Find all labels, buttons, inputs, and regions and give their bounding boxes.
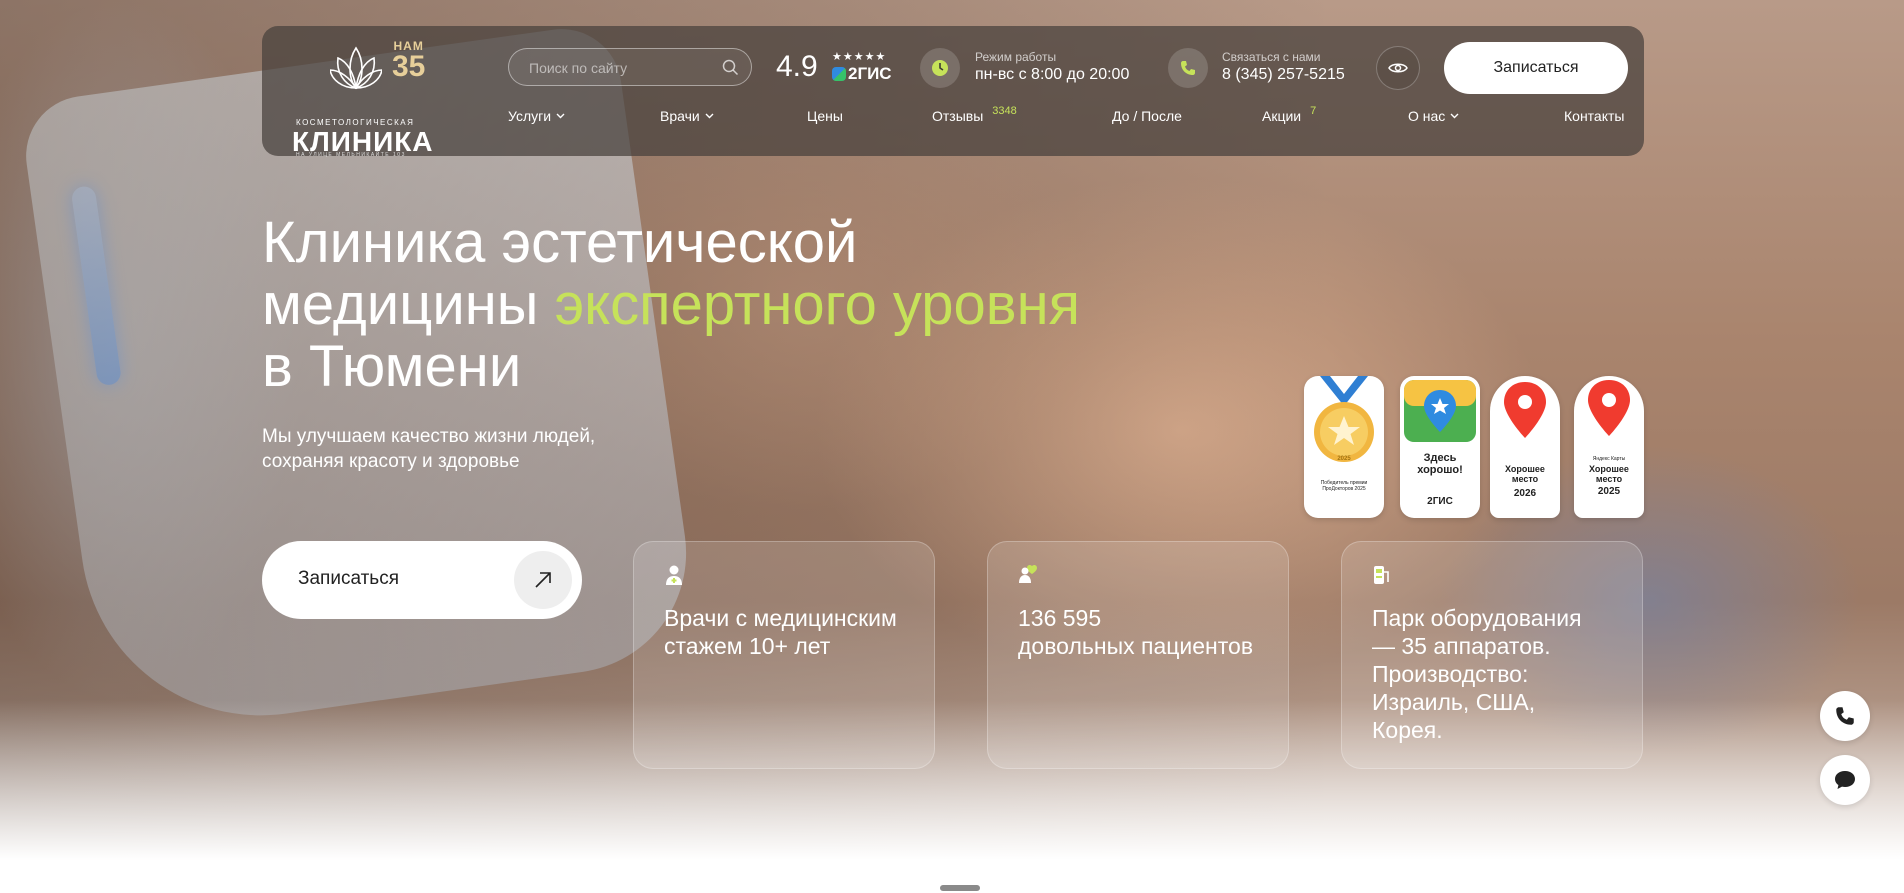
book-button-header[interactable]: Записаться [1444, 42, 1628, 94]
rating-value: 4.9 [776, 50, 818, 83]
nav-item-prices[interactable]: Цены [807, 108, 843, 124]
floating-chat-button[interactable] [1820, 755, 1870, 805]
equipment-icon [1374, 566, 1389, 584]
reviews-count: 3348 [992, 105, 1017, 117]
nav-item-reviews[interactable]: Отзывы 3348 [932, 105, 1017, 124]
feature-card-patients: 136 595 довольных пациентов [987, 541, 1289, 769]
nav-item-contacts[interactable]: Контакты [1564, 108, 1624, 124]
page-title: Клиника эстетической медицины экспертног… [262, 210, 1081, 399]
award-good-place-2025[interactable]: Яндекс Карты Хорошее место 2025 [1574, 376, 1644, 518]
title-accent: экспертного уровня [554, 272, 1081, 337]
award-prodoctorov[interactable]: 2025 Победитель премии ПроДокторов 2025 [1304, 376, 1384, 518]
search-input[interactable] [529, 58, 719, 78]
award-2gis[interactable]: Здесь хорошо! 2ГИС [1400, 376, 1480, 518]
nav-item-services[interactable]: Услуги [508, 108, 565, 124]
rating-stars: ★★★★★ [832, 51, 887, 63]
eye-icon[interactable] [1376, 46, 1420, 90]
chevron-down-icon [1450, 113, 1459, 119]
doctor-icon [666, 565, 682, 585]
nav-item-promotions[interactable]: Акции 7 [1262, 105, 1317, 124]
nav-item-doctors[interactable]: Врачи [660, 108, 714, 124]
rating-source: 2ГИС [832, 64, 892, 84]
chevron-down-icon [556, 113, 565, 119]
chevron-down-icon [705, 113, 714, 119]
lotus-icon [330, 46, 382, 90]
clock-icon [920, 48, 960, 88]
feature-card-equipment: Парк оборудования — 35 аппаратов. Произво… [1341, 541, 1643, 769]
map-pin-icon [1404, 380, 1476, 442]
search-box[interactable] [508, 48, 752, 86]
floating-call-button[interactable] [1820, 691, 1870, 741]
logo-address: НА УЛИЦЕ МЕЛЬНИКАЙТЕ 103 [296, 152, 406, 158]
hours-label: Режим работы [975, 50, 1057, 64]
book-button-hero[interactable]: Записаться [262, 541, 582, 619]
heart-hand-icon [1019, 564, 1037, 583]
contact-label: Связаться с нами [1222, 50, 1321, 64]
awards-row: 2025 Победитель премии ПроДокторов 2025 … [1304, 376, 1644, 518]
nav-item-before-after[interactable]: До / После [1112, 108, 1182, 124]
anniversary-badge: НАМ 35 [392, 39, 426, 83]
promotions-count: 7 [1310, 105, 1317, 117]
page-subtitle: Мы улучшаем качество жизни людей, сохраня… [262, 426, 596, 472]
hours-value: пн-вс с 8:00 до 20:00 [975, 66, 1130, 83]
main-nav: Услуги Врачи Цены Отзывы 3348 До / После … [508, 105, 1628, 130]
nav-item-about[interactable]: О нас [1408, 108, 1459, 124]
feature-card-doctors: Врачи с медицинским стажем 10+ лет [633, 541, 935, 769]
map-pin-icon [1504, 382, 1546, 438]
chat-icon [1835, 771, 1855, 789]
2gis-logo-icon [832, 67, 846, 81]
map-pin-icon [1588, 380, 1630, 436]
arrow-up-right-icon [514, 551, 572, 609]
clinic-logo[interactable]: НАМ 35 КОСМЕТОЛОГИЧЕСКАЯ КЛИНИКА НА УЛИЦ… [292, 39, 442, 158]
award-good-place-2026[interactable]: Хорошее место 2026 [1490, 376, 1560, 518]
search-icon[interactable] [722, 59, 739, 76]
phone-icon[interactable] [1168, 48, 1208, 88]
scroll-handle[interactable] [940, 885, 980, 891]
contact-phone[interactable]: 8 (345) 257-5215 [1222, 66, 1345, 84]
site-header: НАМ 35 КОСМЕТОЛОГИЧЕСКАЯ КЛИНИКА НА УЛИЦ… [262, 26, 1644, 158]
phone-icon [1836, 707, 1854, 725]
